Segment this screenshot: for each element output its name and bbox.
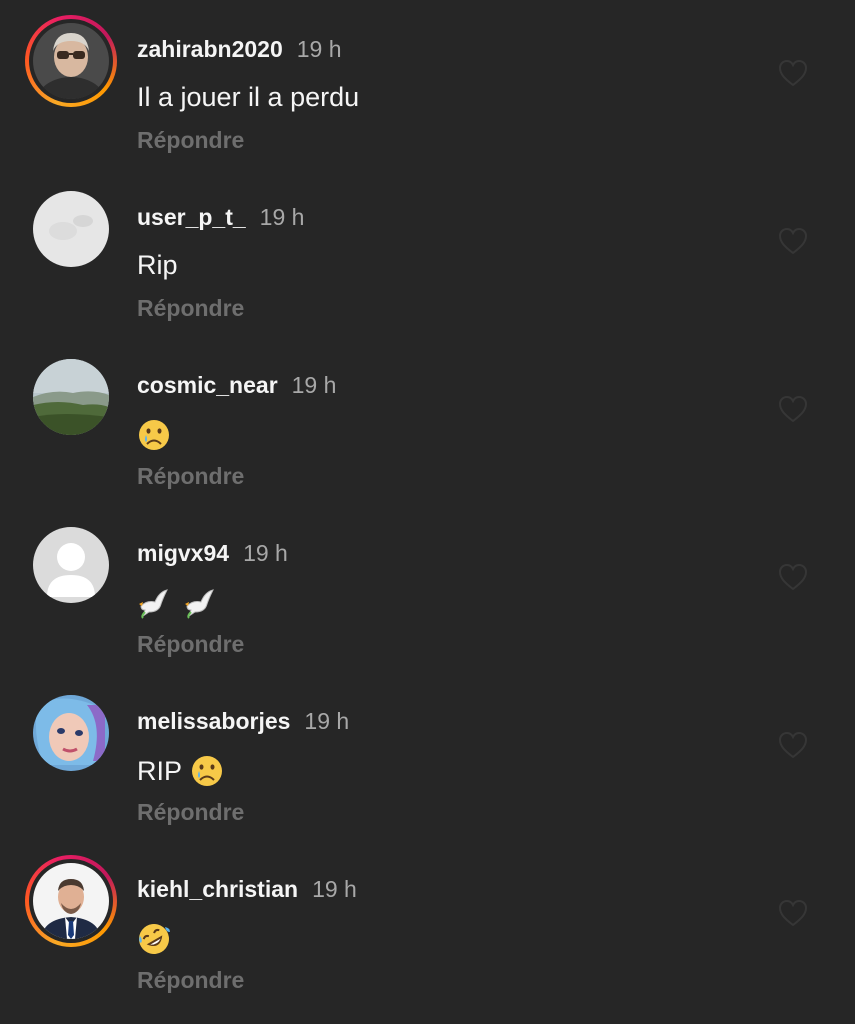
man-in-suit-avatar-icon [33,863,109,939]
heart-icon[interactable] [777,898,809,928]
comment-item: cosmic_near 19 h Répondre [0,336,855,504]
avatar[interactable] [33,695,109,771]
heart-icon[interactable] [777,58,809,88]
avatar [33,863,109,939]
username[interactable]: zahirabn2020 [137,36,283,62]
comment-item: migvx94 19 h Répondre [0,504,855,672]
username[interactable]: cosmic_near [137,372,278,398]
avatar [33,23,109,99]
avatar-story-ring[interactable] [25,855,117,947]
comment-text: Rip [137,250,178,280]
comment-text: RIP [137,752,228,788]
timestamp: 19 h [291,372,337,398]
comment-text [137,584,221,620]
reply-button[interactable]: Répondre [137,799,244,826]
comment-item: kiehl_christian 19 h Répondre [0,840,855,1008]
heart-icon[interactable] [777,562,809,592]
comment-text: Il a jouer il a perdu [137,82,360,112]
avatar[interactable] [33,527,109,603]
reply-button[interactable]: Répondre [137,295,244,322]
heart-icon[interactable] [777,730,809,760]
dove-icon [184,589,214,619]
woman-blue-hair-avatar-icon [33,695,109,771]
timestamp: 19 h [243,540,288,566]
rolling-laughing-face-icon [139,923,170,954]
username[interactable]: kiehl_christian [137,876,298,902]
heart-icon[interactable] [777,394,809,424]
comment-item: user_p_t_ 19 h Rip Répondre [0,168,855,336]
crying-face-icon [139,419,169,450]
timestamp: 19 h [296,36,342,62]
avatar[interactable] [33,191,109,267]
default-user-avatar-icon [33,527,109,603]
timestamp: 19 h [312,876,357,902]
avatar[interactable] [33,359,109,435]
reply-button[interactable]: Répondre [137,967,244,994]
reply-button[interactable]: Répondre [137,127,244,154]
person-sunglasses-avatar-icon [33,23,109,99]
comment-item: zahirabn2020 19 h Il a jouer il a perdu R… [0,0,855,168]
avatar-story-ring[interactable] [25,15,117,107]
username[interactable]: user_p_t_ [137,204,246,230]
timestamp: 19 h [259,204,305,230]
reply-button[interactable]: Répondre [137,631,244,658]
heart-icon[interactable] [777,226,809,256]
dove-icon [139,589,168,619]
comment-text-content: RIP [137,755,183,786]
username[interactable]: melissaborjes [137,708,290,734]
light-gray-texture-avatar-icon [33,191,109,267]
username[interactable]: migvx94 [137,540,229,566]
landscape-avatar-icon [33,359,109,435]
crying-face-icon [191,755,222,786]
comment-item: melissaborjes 19 h RIP Répondre [0,672,855,840]
reply-button[interactable]: Répondre [137,463,244,490]
comment-text [137,416,175,452]
comment-text [137,920,175,956]
comments-list: zahirabn2020 19 h Il a jouer il a perdu R… [0,0,855,1024]
timestamp: 19 h [304,708,350,734]
